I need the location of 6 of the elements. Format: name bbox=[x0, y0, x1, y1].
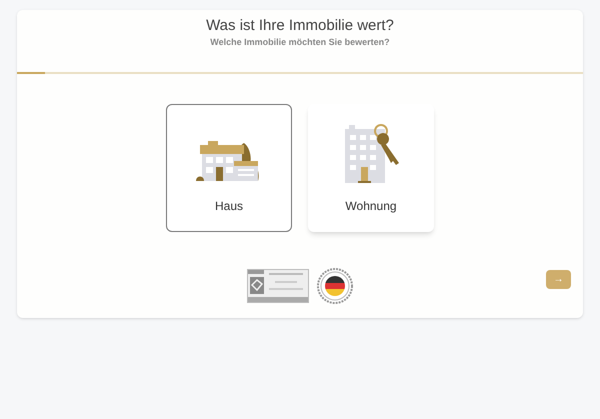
property-type-option[interactable]: Haus bbox=[166, 104, 292, 232]
germany-seal-icon bbox=[317, 268, 353, 304]
property-type-option[interactable]: Wohnung bbox=[308, 104, 434, 232]
page-title: Was ist Ihre Immobilie wert? bbox=[206, 16, 394, 36]
page-subtitle: Welche Immobilie möchten Sie bewerten? bbox=[210, 36, 390, 48]
certificate-badge-icon bbox=[247, 269, 309, 303]
